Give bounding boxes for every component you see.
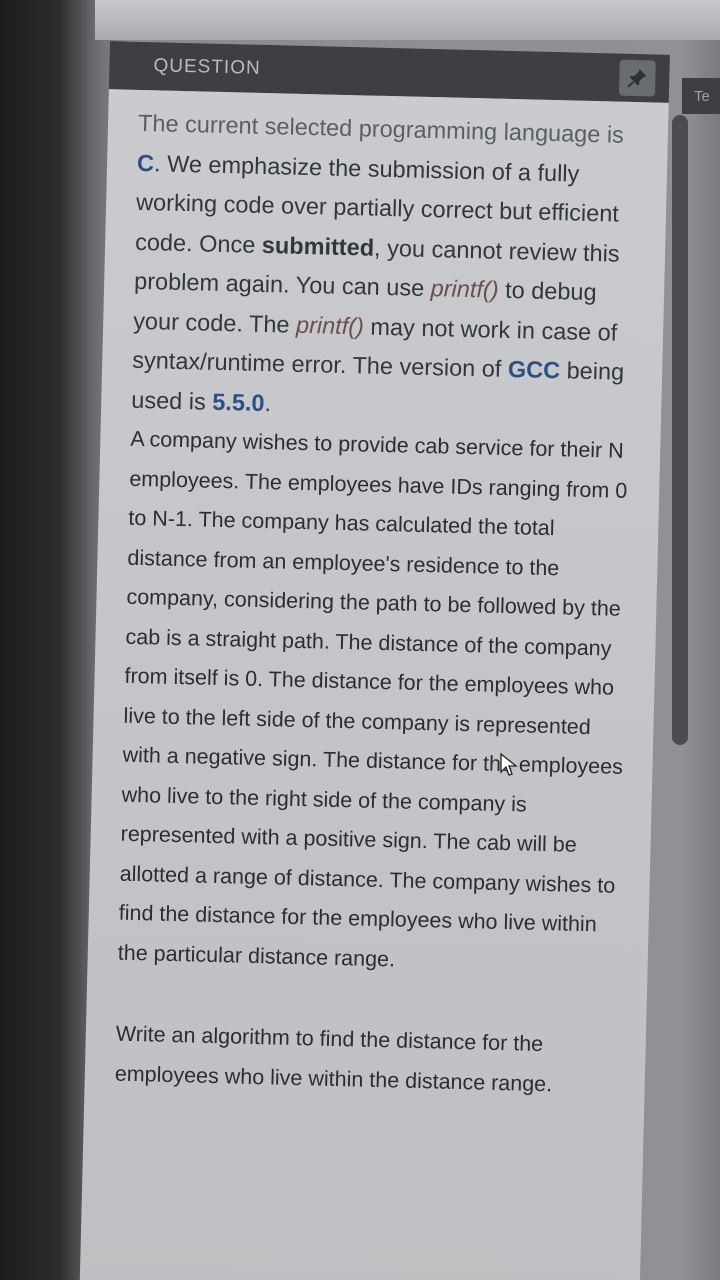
mouse-cursor-icon — [500, 752, 518, 776]
printf-reference-2: printf() — [295, 311, 365, 339]
panel-title: QUESTION — [153, 55, 261, 79]
browser-top-strip — [95, 0, 720, 40]
intro-text-1: The current selected programming languag… — [137, 109, 625, 148]
scrollbar[interactable] — [672, 115, 688, 745]
phone-photo-screen: Te QUESTION The current selected program… — [0, 0, 720, 1280]
task-statement: Write an algorithm to find the distance … — [114, 1021, 553, 1096]
pin-icon — [627, 69, 647, 88]
printf-reference-1: printf() — [430, 275, 499, 303]
language-notice: The current selected programming languag… — [131, 104, 647, 432]
language-name: C — [136, 149, 155, 176]
question-body: The current selected programming languag… — [79, 89, 669, 1280]
pin-button[interactable] — [618, 59, 656, 97]
gcc-version: 5.5.0 — [211, 388, 265, 416]
question-panel: QUESTION The current selected programmin… — [79, 41, 670, 1280]
submitted-word: submitted — [261, 231, 375, 261]
problem-statement: A company wishes to provide cab service … — [117, 426, 628, 971]
side-tab-label: Te — [694, 88, 710, 105]
intro-text-7: . — [264, 389, 272, 416]
gcc-label: GCC — [507, 355, 561, 384]
side-tab[interactable]: Te — [682, 78, 720, 114]
